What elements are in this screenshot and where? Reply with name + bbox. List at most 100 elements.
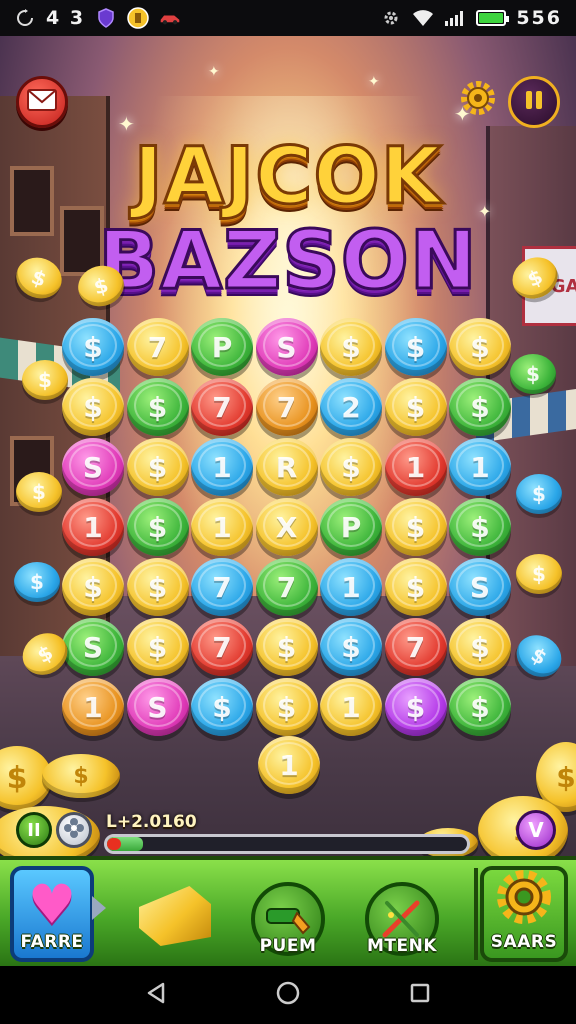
coin-tile[interactable]: 7 xyxy=(191,618,253,676)
coin-tile[interactable]: $ xyxy=(449,618,511,676)
coin-tile[interactable]: S xyxy=(126,678,189,736)
cheese-booster-button[interactable] xyxy=(130,866,220,962)
home-icon xyxy=(276,981,300,1009)
coin-tile[interactable]: 1 xyxy=(191,498,253,556)
coin-tile[interactable]: $ xyxy=(62,318,124,376)
coin-tile[interactable]: $ xyxy=(62,558,124,616)
coin-tile[interactable]: 1 xyxy=(320,678,382,736)
level-progress-bar xyxy=(104,834,470,854)
flower-icon xyxy=(63,817,85,844)
push-button[interactable]: PUEM xyxy=(248,866,328,962)
mini-pause-button[interactable]: II xyxy=(16,812,52,848)
coin-tile[interactable]: 1 xyxy=(62,498,124,556)
coin-tile[interactable]: P xyxy=(191,318,253,376)
coin-tile[interactable]: S xyxy=(62,618,124,676)
favorite-label: FARRE xyxy=(20,932,84,952)
coin-tile[interactable]: $ xyxy=(384,498,447,556)
coin-tile[interactable]: 1 xyxy=(320,558,382,616)
coin-tile[interactable]: S xyxy=(255,318,318,376)
navigation-bar xyxy=(0,966,576,1024)
coin-tile[interactable]: $ xyxy=(384,378,447,436)
coin-tile[interactable]: $ xyxy=(255,678,318,736)
sparkle-icon: ✦ xyxy=(208,64,220,80)
pause-icon xyxy=(523,89,545,115)
home-button[interactable] xyxy=(270,977,306,1013)
mtenk-button[interactable]: MTENK xyxy=(362,866,442,962)
mtenk-label: MTENK xyxy=(366,936,438,956)
coin-app-icon xyxy=(127,7,149,29)
back-button[interactable] xyxy=(138,977,174,1013)
coin-tile[interactable]: $ xyxy=(126,558,189,616)
loose-coin: $ xyxy=(510,354,556,394)
coin-tile[interactable]: $ xyxy=(449,318,511,376)
sparkle-icon: ✦ xyxy=(368,74,380,90)
mail-button[interactable] xyxy=(16,76,68,128)
status-left-digits: 4 3 xyxy=(46,7,86,29)
coin-tile[interactable]: S xyxy=(62,438,124,496)
badge-button[interactable] xyxy=(56,812,92,848)
settings-icon xyxy=(380,7,402,29)
progress-start-cap xyxy=(107,838,121,850)
coin-tile[interactable]: 1 xyxy=(191,438,253,496)
coin-tile[interactable]: 1 xyxy=(384,438,447,496)
favorite-button[interactable]: ♥ FARRE xyxy=(10,866,94,962)
coin-tile[interactable]: $ xyxy=(62,378,124,436)
loose-coin: $ xyxy=(14,562,60,602)
loose-coin: $ xyxy=(516,474,562,514)
coin-tile[interactable]: $ xyxy=(384,678,447,736)
status-time: 556 xyxy=(516,7,562,29)
car-icon xyxy=(159,7,181,29)
coin-tile[interactable]: P xyxy=(320,498,382,556)
coin-tile[interactable]: $ xyxy=(320,318,382,376)
coin-tile[interactable]: S xyxy=(449,558,511,616)
coin-tile[interactable]: $ xyxy=(449,678,511,736)
coin-tile[interactable]: 7 xyxy=(384,618,447,676)
coin-tile[interactable]: $ xyxy=(320,618,382,676)
gear-icon xyxy=(495,868,553,930)
gold-pile: $ xyxy=(42,754,120,798)
loose-coin: $ xyxy=(516,554,562,594)
cheese-icon xyxy=(139,886,211,946)
coin-tile[interactable]: $ xyxy=(384,318,447,376)
coin-tile[interactable]: 7 xyxy=(255,558,318,616)
coin-tile[interactable]: 7 xyxy=(191,378,253,436)
coin-tile[interactable]: 7 xyxy=(126,318,189,376)
coin-tile[interactable]: 1 xyxy=(62,678,124,736)
coin-grid[interactable]: $7 P S $ $ $ $ $7 7 2 $ $ S $1 R $1 1 1 $1 X P $ $ $ $7 7 1 $ S S $7 $ $… xyxy=(62,318,516,744)
coin-tile[interactable]: $ xyxy=(126,438,189,496)
settings-button[interactable] xyxy=(458,80,498,120)
saars-label: SAARS xyxy=(490,932,558,952)
coin-tile[interactable]: 2 xyxy=(320,378,382,436)
saars-button[interactable]: SAARS xyxy=(480,866,568,962)
coin-tile[interactable]: $ xyxy=(126,378,189,436)
coin-tile[interactable]: $ xyxy=(384,558,447,616)
coin-tile[interactable]: X xyxy=(255,498,318,556)
coin-tile[interactable]: R xyxy=(255,438,318,496)
signal-icon xyxy=(444,7,466,29)
coin-tile[interactable]: $ xyxy=(191,678,253,736)
loose-coin: $ xyxy=(22,360,68,400)
envelope-icon xyxy=(27,89,57,115)
recents-button[interactable] xyxy=(402,977,438,1013)
coin-tile[interactable]: $ xyxy=(320,438,382,496)
coin-tile[interactable]: 7 xyxy=(191,558,253,616)
coin-tile[interactable]: $ xyxy=(449,498,511,556)
back-icon xyxy=(145,982,167,1008)
coin-tile[interactable]: $ xyxy=(255,618,318,676)
status-bar: 4 3 556 xyxy=(0,0,576,36)
coin-tile[interactable]: 7 xyxy=(255,378,318,436)
game-title-line1: JAJCOK xyxy=(132,131,443,224)
push-label: PUEM xyxy=(259,936,317,956)
pause-button[interactable] xyxy=(508,76,560,128)
divider xyxy=(474,868,478,960)
coin-tile[interactable]: 1 xyxy=(449,438,511,496)
coin-tile[interactable]: $ xyxy=(449,378,511,436)
coin-tile[interactable]: $ xyxy=(126,498,189,556)
mini-pause-label: II xyxy=(27,819,41,841)
vip-badge-button[interactable]: V xyxy=(516,810,556,850)
coin-tile[interactable]: $ xyxy=(126,618,189,676)
score-readout: L+2.0160 xyxy=(106,812,197,832)
arrow-right-icon xyxy=(92,896,106,920)
gear-icon xyxy=(459,79,497,121)
heart-icon: ♥ xyxy=(27,873,77,936)
